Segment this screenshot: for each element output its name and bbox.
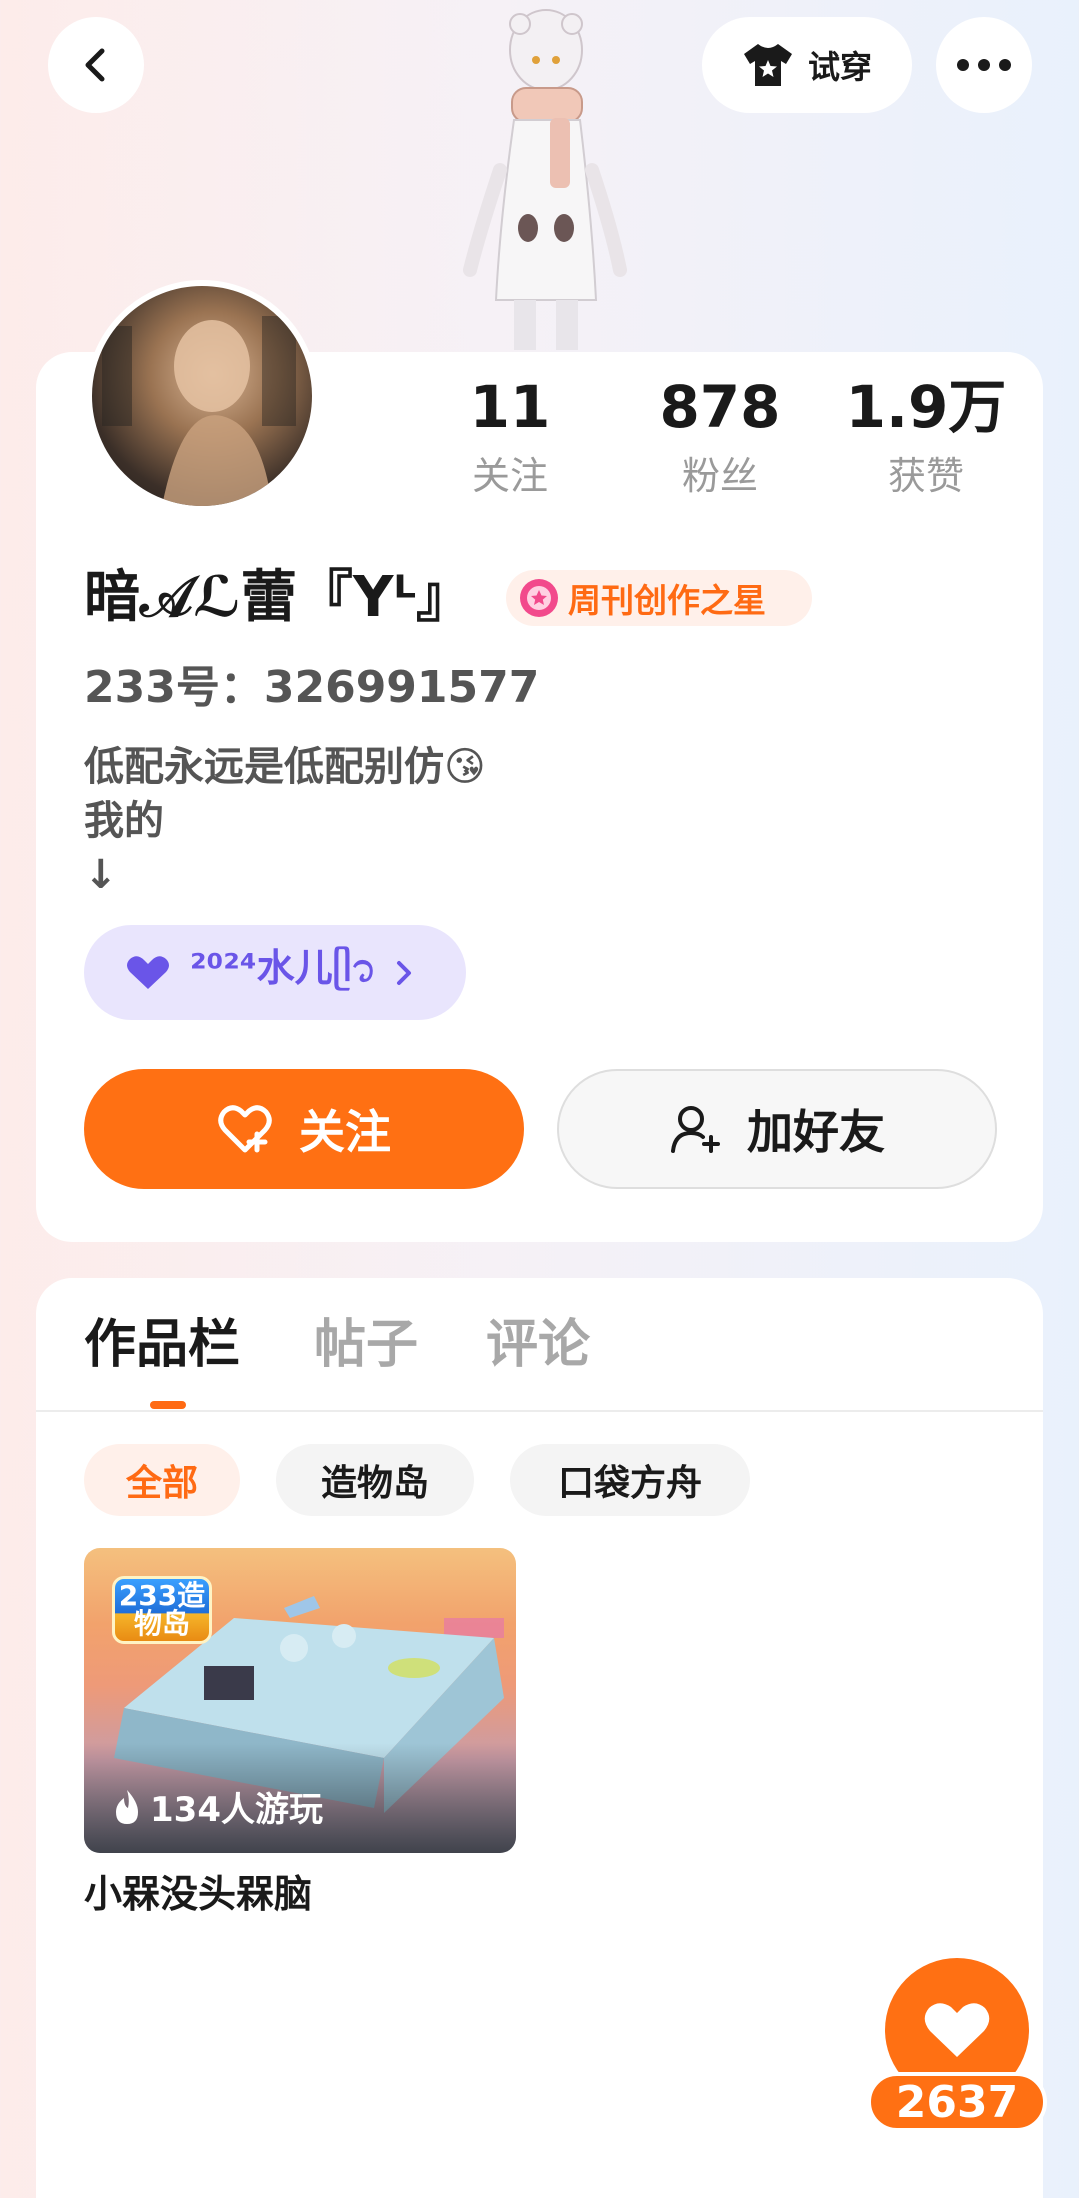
tag-label: ²⁰²⁴水儿ᥫ᭡ xyxy=(190,945,377,990)
follow-button[interactable]: 关注 xyxy=(84,1069,524,1189)
add-friend-button[interactable]: 加好友 xyxy=(557,1069,997,1189)
like-count: 2637 xyxy=(867,2072,1047,2132)
flame-icon xyxy=(116,1789,138,1824)
back-button[interactable] xyxy=(48,17,144,113)
creator-badge[interactable]: 周刊创作之星 xyxy=(506,570,812,626)
stat-label: 粉丝 xyxy=(681,454,758,498)
try-on-label: 试穿 xyxy=(807,48,872,86)
stat-following[interactable]: 11 关注 xyxy=(420,372,600,504)
badge-label: 周刊创作之星 xyxy=(568,581,766,620)
filter-pocket-ark[interactable]: 口袋方舟 xyxy=(510,1444,750,1516)
tab-posts[interactable]: 帖子 xyxy=(314,1310,418,1380)
stat-label: 获赞 xyxy=(887,454,964,498)
tab-indicator xyxy=(150,1401,186,1409)
game-logo: 233造物岛 xyxy=(112,1576,212,1644)
game-title[interactable]: 小槑没头槑脑 xyxy=(84,1868,312,1920)
filter-all[interactable]: 全部 xyxy=(84,1444,240,1516)
follow-label: 关注 xyxy=(299,1105,391,1159)
game-card[interactable]: 233造物岛 134人游玩 xyxy=(84,1548,516,1853)
stat-followers[interactable]: 878 粉丝 xyxy=(630,372,810,504)
try-on-button[interactable]: 试穿 xyxy=(702,17,912,113)
chevron-right-icon xyxy=(397,960,412,985)
user-id: 233号：326991577 xyxy=(84,662,540,713)
add-friend-label: 加好友 xyxy=(747,1105,885,1159)
stat-likes[interactable]: 1.9万 获赞 xyxy=(836,372,1016,504)
add-user-icon xyxy=(671,1106,720,1153)
stat-value: 1.9万 xyxy=(845,373,1007,441)
player-count-label: 134人游玩 xyxy=(150,1790,323,1830)
tab-comments[interactable]: 评论 xyxy=(486,1310,590,1380)
tag-pill[interactable]: ²⁰²⁴水儿ᥫ᭡ xyxy=(84,925,466,1020)
character-avatar-image[interactable] xyxy=(440,0,640,350)
heart-plus-icon xyxy=(218,1105,272,1153)
chevron-left-icon xyxy=(85,48,105,82)
more-button[interactable] xyxy=(936,17,1032,113)
heart-icon xyxy=(924,2003,990,2057)
stat-value: 11 xyxy=(469,373,551,441)
shirt-icon xyxy=(743,44,792,86)
stat-value: 878 xyxy=(659,373,781,441)
nickname: 暗𝒜ℒ蕾『Yᴸ』 xyxy=(84,565,472,630)
tab-works[interactable]: 作品栏 xyxy=(84,1310,240,1380)
stat-label: 关注 xyxy=(471,454,548,498)
more-dots-icon xyxy=(957,59,1011,71)
player-count: 134人游玩 xyxy=(112,1782,323,1831)
star-medal-icon xyxy=(520,579,558,617)
bio: 低配永远是低配别仿😘 我的 ↓ xyxy=(84,744,486,898)
filter-creation-island[interactable]: 造物岛 xyxy=(276,1444,474,1516)
stats-row: 11 关注 878 粉丝 1.9万 获赞 xyxy=(420,372,1020,512)
tab-divider xyxy=(36,1410,1043,1412)
avatar[interactable] xyxy=(86,280,318,512)
heart-icon xyxy=(127,955,169,989)
